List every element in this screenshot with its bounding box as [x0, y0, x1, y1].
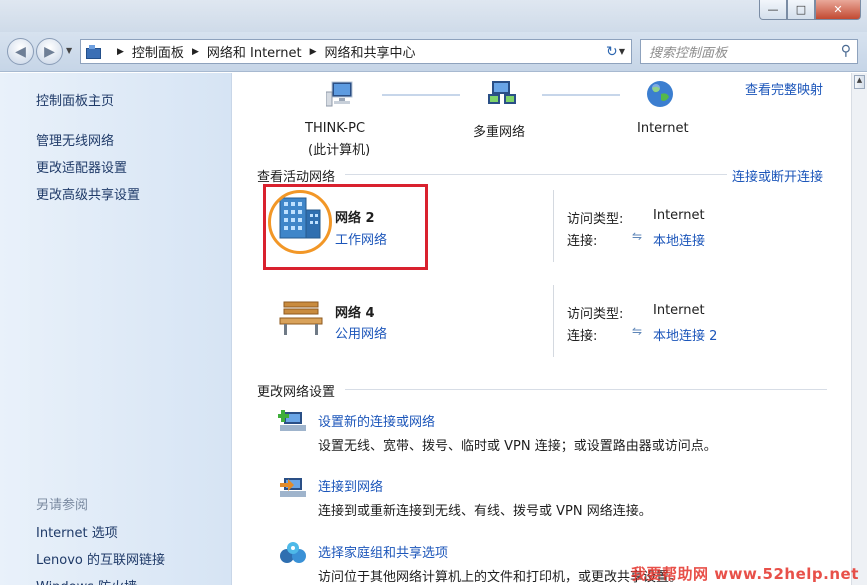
chevron-right-icon[interactable]: ▶ [192, 47, 199, 57]
breadcrumb[interactable]: ▶ 控制面板 ▶ 网络和 Internet ▶ 网络和共享中心 ▼ [80, 39, 632, 64]
divider [345, 389, 827, 390]
window-controls: — □ ✕ [759, 0, 861, 20]
sidebar-item-advanced-sharing[interactable]: 更改高级共享设置 [36, 184, 140, 203]
search-icon[interactable]: ⚲ [841, 43, 851, 59]
sidebar-item-internet-options[interactable]: Internet 选项 [36, 522, 118, 541]
back-button[interactable]: ◀ [7, 38, 34, 65]
see-also-title: 另请参阅 [36, 498, 89, 513]
arrow-left-icon: ◀ [15, 43, 26, 60]
search-input[interactable]: 搜索控制面板 ⚲ [640, 39, 858, 64]
local-connection-2-link[interactable]: 本地连接 2 [653, 325, 717, 344]
map-connector [382, 94, 460, 96]
network-name: 网络 2 [335, 211, 375, 226]
globe-icon [647, 81, 673, 107]
connections-label: 连接: [567, 234, 598, 249]
refresh-button[interactable]: ↻ [606, 44, 618, 60]
ethernet-icon: ⇋ [632, 229, 643, 243]
divider [345, 174, 727, 175]
breadcrumb-item-network-internet[interactable]: 网络和 Internet [207, 42, 302, 61]
map-node-name: Internet [637, 121, 689, 136]
map-node-sub: (此计算机) [308, 143, 371, 158]
homegroup-sharing-desc: 访问位于其他网络计算机上的文件和打印机，或更改共享设置。 [318, 570, 683, 585]
access-type-label: 访问类型: [567, 307, 624, 322]
network-type-link[interactable]: 工作网络 [335, 229, 387, 248]
connect-network-icon [280, 478, 306, 497]
close-button[interactable]: ✕ [815, 0, 861, 20]
divider [553, 285, 554, 357]
map-connector [542, 94, 620, 96]
forward-button[interactable]: ▶ [36, 38, 63, 65]
divider [553, 190, 554, 262]
network-type-link[interactable]: 公用网络 [335, 323, 387, 342]
search-placeholder: 搜索控制面板 [649, 46, 728, 61]
title-bar: — □ ✕ [0, 0, 867, 32]
ethernet-icon: ⇋ [632, 324, 643, 338]
connect-disconnect-link[interactable]: 连接或断开连接 [732, 166, 823, 185]
chevron-right-icon[interactable]: ▶ [117, 47, 124, 57]
park-bench-icon [279, 301, 323, 335]
connect-to-network-link[interactable]: 连接到网络 [318, 476, 383, 495]
scroll-up-button[interactable]: ▲ [854, 75, 865, 89]
highlight-box [263, 184, 428, 270]
homegroup-icon [280, 542, 306, 563]
sidebar-item-firewall[interactable]: Windows 防火墙 [36, 576, 137, 585]
breadcrumb-item-network-sharing[interactable]: 网络和共享中心 [325, 42, 416, 61]
multiple-networks-icon [488, 81, 516, 104]
address-dropdown-icon[interactable]: ▼ [619, 47, 625, 56]
connections-label: 连接: [567, 329, 598, 344]
chevron-right-icon[interactable]: ▶ [310, 47, 317, 57]
view-full-map-link[interactable]: 查看完整映射 [745, 79, 823, 98]
access-type-value: Internet [653, 303, 705, 318]
recent-pages-dropdown[interactable]: ▼ [66, 46, 72, 55]
setup-connection-link[interactable]: 设置新的连接或网络 [318, 411, 435, 430]
section-title-change: 更改网络设置 [257, 385, 336, 400]
map-node-name: 多重网络 [473, 125, 526, 140]
computer-icon [326, 81, 353, 107]
sidebar-item-home[interactable]: 控制面板主页 [36, 90, 114, 109]
vertical-scrollbar[interactable]: ▲ [851, 73, 867, 585]
sidebar-item-adapter-settings[interactable]: 更改适配器设置 [36, 157, 127, 176]
maximize-button[interactable]: □ [787, 0, 815, 20]
control-panel-icon [85, 44, 101, 59]
sidebar-item-lenovo-links[interactable]: Lenovo 的互联网链接 [36, 549, 165, 568]
sidebar-item-manage-wireless[interactable]: 管理无线网络 [36, 130, 114, 149]
connect-to-network-desc: 连接到或重新连接到无线、有线、拨号或 VPN 网络连接。 [318, 504, 652, 519]
section-title-active: 查看活动网络 [257, 170, 336, 185]
address-bar: ◀ ▶ ▼ ▶ 控制面板 ▶ 网络和 Internet ▶ 网络和共享中心 ▼ … [0, 32, 867, 72]
minimize-button[interactable]: — [759, 0, 787, 20]
local-connection-link[interactable]: 本地连接 [653, 230, 705, 249]
network-name: 网络 4 [335, 306, 375, 321]
homegroup-sharing-link[interactable]: 选择家庭组和共享选项 [318, 542, 448, 561]
breadcrumb-item-control-panel[interactable]: 控制面板 [132, 42, 184, 61]
setup-connection-desc: 设置无线、宽带、拨号、临时或 VPN 连接；或设置路由器或访问点。 [318, 439, 717, 454]
access-type-label: 访问类型: [567, 212, 624, 227]
sidebar: 控制面板主页 管理无线网络 更改适配器设置 更改高级共享设置 另请参阅 Inte… [0, 73, 232, 585]
new-connection-icon [278, 410, 306, 431]
watermark: 我要帮助网 www.52help.net [631, 565, 859, 583]
arrow-right-icon: ▶ [44, 43, 55, 60]
access-type-value: Internet [653, 208, 705, 223]
map-node-name: THINK-PC [305, 121, 366, 136]
